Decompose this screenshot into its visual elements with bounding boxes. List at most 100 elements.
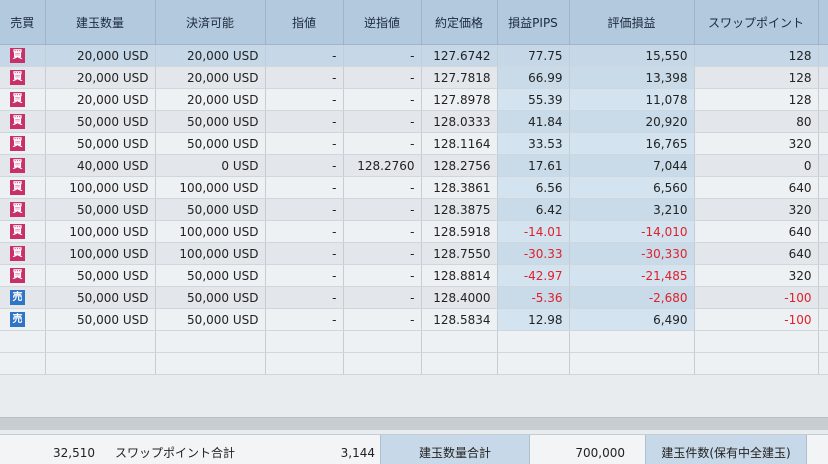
cell-side: 買	[0, 88, 46, 111]
cell-pips: 41.84	[497, 110, 570, 133]
cell-amount: 50,000 USD	[45, 132, 156, 155]
header-limit[interactable]: 指値	[265, 0, 344, 45]
table-row[interactable]: 買 20,000 USD 20,000 USD - -127.6742 77.75 15,5…	[0, 44, 828, 67]
empty-cell	[343, 330, 422, 353]
cell-price: 127.8978	[421, 88, 498, 111]
table-row[interactable]: 買 100,000 USD 100,000 USD - -128.5918 -14.01-…	[0, 220, 828, 243]
cell-pips: 6.56	[497, 176, 570, 199]
cell-amount: 50,000 USD	[45, 286, 156, 309]
cell-stop: -	[343, 308, 422, 331]
header-row: 売買 建玉数量 決済可能 指値 逆指値 約定価格 損益PIPS 評価損益 スワッ…	[0, 0, 828, 45]
buy-badge: 買	[10, 246, 25, 261]
empty-row	[0, 330, 828, 353]
empty-cell	[45, 330, 156, 353]
cell-amount: 40,000 USD	[45, 154, 156, 177]
header-side[interactable]: 売買	[0, 0, 46, 45]
table-row[interactable]: 買 20,000 USD 20,000 USD - -127.7818 66.99 13,3…	[0, 66, 828, 89]
cell-available: 0 USD	[155, 154, 266, 177]
cell-side: 売	[0, 286, 46, 309]
buy-badge: 買	[10, 48, 25, 63]
table-row[interactable]: 買 50,000 USD 50,000 USD - -128.0333 41.84 20,9…	[0, 110, 828, 133]
header-stop[interactable]: 逆指値	[343, 0, 422, 45]
cell-price: 128.1164	[421, 132, 498, 155]
cell-pips: 33.53	[497, 132, 570, 155]
table-row[interactable]: 買 100,000 USD 100,000 USD - -128.7550 -30.33-…	[0, 242, 828, 265]
buy-badge: 買	[10, 114, 25, 129]
cell-pl: -21,485	[569, 264, 695, 287]
cell-price: 128.5918	[421, 220, 498, 243]
cell-side: 買	[0, 176, 46, 199]
cell-extra	[818, 66, 828, 89]
amount-total-label: 建玉数量合計	[380, 435, 530, 464]
cell-side: 買	[0, 154, 46, 177]
cell-stop: -	[343, 66, 422, 89]
cell-stop: -	[343, 264, 422, 287]
buy-badge: 買	[10, 180, 25, 195]
cell-swap: 640	[694, 176, 819, 199]
cell-limit: -	[265, 154, 344, 177]
table-row[interactable]: 買 20,000 USD 20,000 USD - -127.8978 55.39 11,0…	[0, 88, 828, 111]
cell-stop: -	[343, 44, 422, 67]
empty-cell	[343, 352, 422, 375]
cell-pips: 55.39	[497, 88, 570, 111]
cell-limit: -	[265, 220, 344, 243]
empty-cell	[421, 352, 498, 375]
cell-limit: -	[265, 66, 344, 89]
cell-price: 128.2756	[421, 154, 498, 177]
cell-extra	[818, 220, 828, 243]
cell-stop: -	[343, 220, 422, 243]
cell-limit: -	[265, 308, 344, 331]
cell-amount: 20,000 USD	[45, 88, 156, 111]
table-row[interactable]: 買 50,000 USD 50,000 USD - -128.1164 33.53 16,7…	[0, 132, 828, 155]
cell-extra	[818, 154, 828, 177]
cell-amount: 100,000 USD	[45, 220, 156, 243]
header-swap[interactable]: スワップポイント	[694, 0, 819, 45]
cell-limit: -	[265, 110, 344, 133]
header-price[interactable]: 約定価格	[421, 0, 498, 45]
cell-limit: -	[265, 198, 344, 221]
cell-price: 128.0333	[421, 110, 498, 133]
cell-available: 100,000 USD	[155, 242, 266, 265]
cell-stop: -	[343, 176, 422, 199]
cell-swap: 640	[694, 242, 819, 265]
table-row[interactable]: 買 50,000 USD 50,000 USD - -128.8814 -42.97 -21…	[0, 264, 828, 287]
empty-cell	[569, 330, 695, 353]
cell-price: 128.4000	[421, 286, 498, 309]
table-row[interactable]: 売 50,000 USD 50,000 USD - -128.5834 12.98 6,49…	[0, 308, 828, 331]
cell-available: 50,000 USD	[155, 132, 266, 155]
cell-extra	[818, 176, 828, 199]
empty-cell	[421, 330, 498, 353]
cell-available: 50,000 USD	[155, 308, 266, 331]
cell-side: 買	[0, 264, 46, 287]
cell-side: 買	[0, 66, 46, 89]
cell-side: 売	[0, 308, 46, 331]
buy-badge: 買	[10, 92, 25, 107]
cell-pips: 66.99	[497, 66, 570, 89]
cell-pl: 15,550	[569, 44, 695, 67]
cell-pl: 3,210	[569, 198, 695, 221]
cell-pips: -14.01	[497, 220, 570, 243]
table-row[interactable]: 買 40,000 USD 0 USD -128.2760 128.2756 17.61 7,…	[0, 154, 828, 177]
table-row[interactable]: 買 50,000 USD 50,000 USD - -128.3875 6.42 3,210…	[0, 198, 828, 221]
table-row[interactable]: 売 50,000 USD 50,000 USD - -128.4000 -5.36 -2,6…	[0, 286, 828, 309]
buy-badge: 買	[10, 224, 25, 239]
cell-extra	[818, 132, 828, 155]
horizontal-scrollbar[interactable]	[0, 417, 828, 430]
cell-available: 50,000 USD	[155, 198, 266, 221]
cell-extra	[818, 198, 828, 221]
header-pips[interactable]: 損益PIPS	[497, 0, 570, 45]
cell-available: 50,000 USD	[155, 264, 266, 287]
cell-price: 128.5834	[421, 308, 498, 331]
header-pl[interactable]: 評価損益	[569, 0, 695, 45]
cell-pl: 11,078	[569, 88, 695, 111]
table-row[interactable]: 買 100,000 USD 100,000 USD - -128.3861 6.56 6,5…	[0, 176, 828, 199]
cell-amount: 100,000 USD	[45, 176, 156, 199]
header-available[interactable]: 決済可能	[155, 0, 266, 45]
cell-pips: -5.36	[497, 286, 570, 309]
empty-cell	[0, 330, 46, 353]
buy-badge: 買	[10, 136, 25, 151]
positions-table: 売買 建玉数量 決済可能 指値 逆指値 約定価格 損益PIPS 評価損益 スワッ…	[0, 0, 828, 375]
cell-pips: 77.75	[497, 44, 570, 67]
cell-limit: -	[265, 88, 344, 111]
header-amount[interactable]: 建玉数量	[45, 0, 156, 45]
